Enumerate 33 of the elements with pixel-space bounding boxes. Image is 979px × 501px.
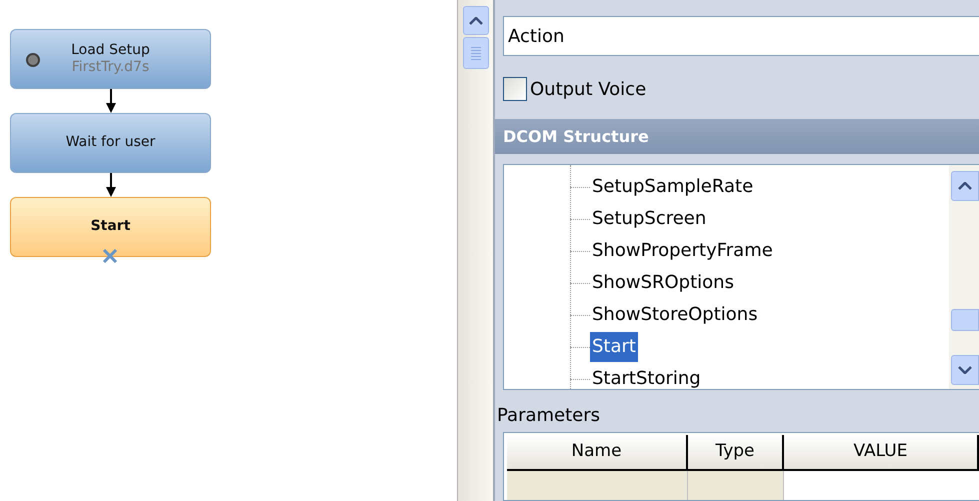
tree-item[interactable]: SetupScreen — [590, 204, 708, 234]
section-header: DCOM Structure — [495, 119, 979, 154]
chevron-up-icon — [468, 16, 482, 24]
scroll-thumb[interactable] — [462, 37, 488, 69]
parameters-label: Parameters — [497, 404, 602, 428]
flow-node[interactable]: Start — [10, 197, 211, 257]
column-header[interactable]: Name — [507, 435, 688, 469]
checkbox-label: Output Voice — [530, 78, 646, 102]
tree-item[interactable]: StartStoring — [590, 364, 703, 389]
node-title: Load Setup — [71, 42, 150, 59]
tree-item[interactable]: SetupSampleRate — [590, 172, 756, 202]
action-field[interactable]: Action — [503, 16, 979, 56]
tree-item[interactable]: ShowStoreOptions — [590, 300, 760, 330]
node-subtitle: FirstTry.d7s — [72, 59, 150, 76]
flow-node[interactable]: Wait for user — [10, 113, 211, 173]
chevron-up-icon — [958, 182, 972, 190]
scroll-thumb[interactable] — [951, 309, 979, 331]
tree-item[interactable]: ShowSROptions — [590, 268, 736, 298]
column-header[interactable]: VALUE — [784, 435, 979, 469]
close-icon[interactable] — [102, 249, 118, 263]
scroll-down-button[interactable] — [951, 355, 979, 385]
scroll-up-button[interactable] — [951, 171, 979, 201]
column-header[interactable]: Type — [688, 435, 784, 469]
node-title: Wait for user — [66, 134, 156, 152]
checkbox[interactable] — [503, 77, 527, 101]
chevron-down-icon — [958, 366, 972, 374]
node-title: Start — [90, 218, 130, 236]
tree-item[interactable]: ShowPropertyFrame — [590, 236, 775, 266]
connector-arrow — [106, 173, 116, 197]
tree-item[interactable]: Start — [590, 332, 638, 362]
connector-arrow — [106, 89, 116, 113]
scroll-up-button[interactable] — [462, 6, 488, 35]
flow-node[interactable]: Load Setup FirstTry.d7s — [10, 29, 211, 89]
